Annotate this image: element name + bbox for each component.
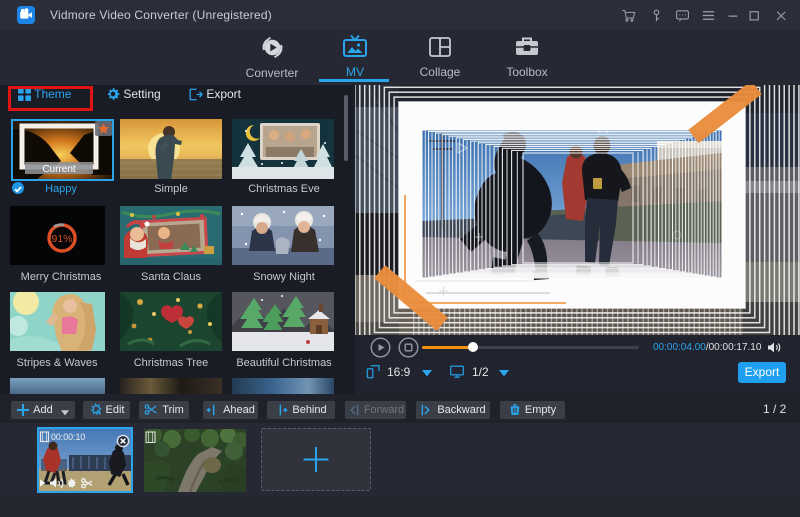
svg-text:91%: 91% [51,233,72,245]
svg-text:00:00:10: 00:00:10 [51,432,85,442]
svg-text:Current: Current [42,164,76,175]
